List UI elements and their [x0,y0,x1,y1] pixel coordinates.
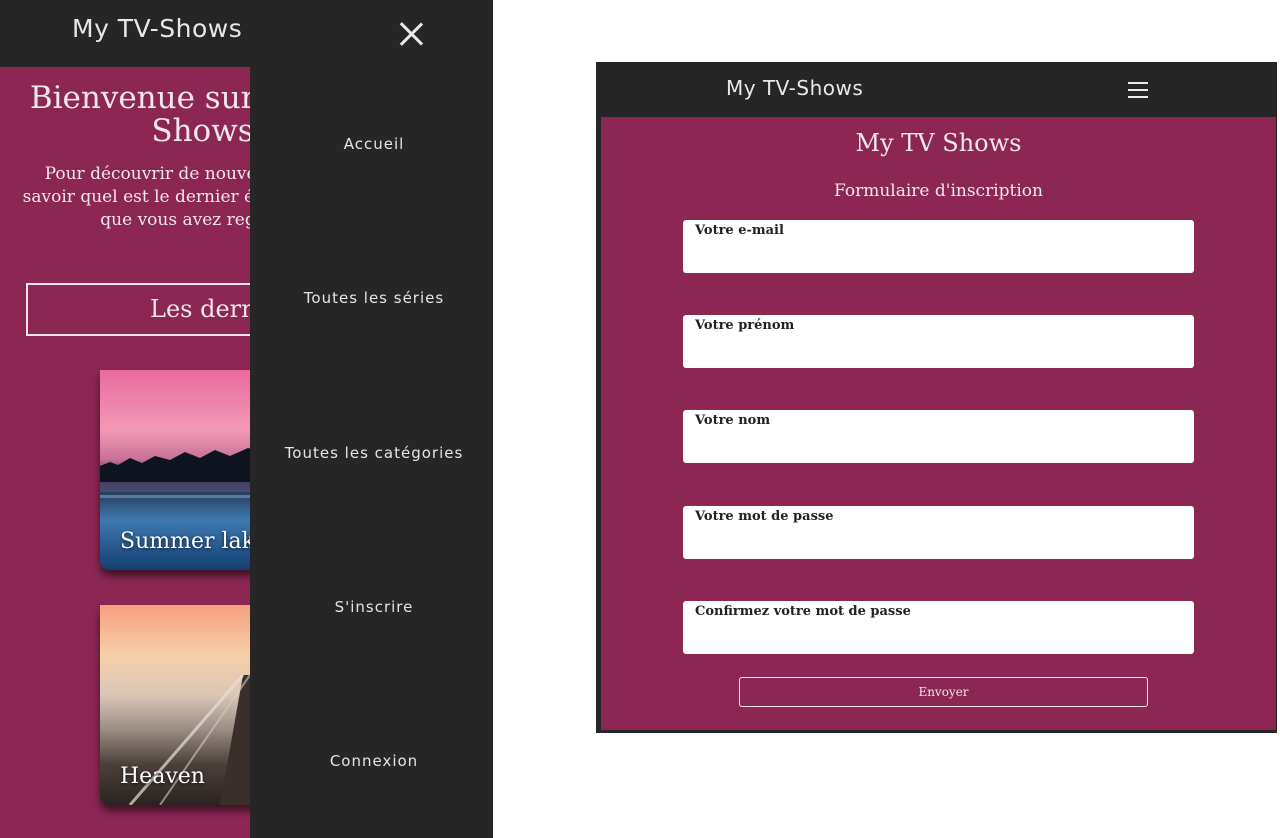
last-name-input[interactable] [693,434,1187,460]
top-nav-bar: My TV-Shows [0,0,493,67]
hamburger-menu-icon[interactable] [1128,82,1148,98]
last-name-field-label: Votre nom [695,413,771,428]
menu-item-login[interactable]: Connexion [250,752,493,770]
close-icon[interactable] [398,21,424,47]
side-navigation-menu: Accueil Toutes les séries Toutes les cat… [250,67,493,838]
top-nav-bar: My TV-Shows [596,62,1277,117]
menu-item-register[interactable]: S'inscrire [250,598,493,616]
first-name-field-label: Votre prénom [695,318,795,333]
show-card[interactable]: Summer lake [100,370,270,570]
confirm-password-input[interactable] [693,625,1187,651]
page-title: My TV Shows [855,129,1022,157]
show-card-title: Heaven [120,764,205,789]
submit-button[interactable]: Envoyer [739,677,1148,707]
mobile-home-screen: My TV-Shows Bienvenue sur My TV-Shows Po… [0,0,493,838]
show-card[interactable]: Heaven [100,605,270,805]
menu-item-home[interactable]: Accueil [250,135,493,153]
form-title: Formulaire d'inscription [834,181,1043,201]
menu-item-all-shows[interactable]: Toutes les séries [250,289,493,307]
first-name-field[interactable]: Votre prénom [683,315,1194,368]
password-field[interactable]: Votre mot de passe [683,506,1194,559]
first-name-input[interactable] [693,339,1187,365]
password-field-label: Votre mot de passe [695,509,834,524]
brand-logo-text[interactable]: My TV-Shows [72,14,242,43]
menu-item-all-categories[interactable]: Toutes les catégories [250,444,493,462]
show-card-title: Summer lake [120,529,268,554]
last-name-field[interactable]: Votre nom [683,410,1194,463]
email-input[interactable] [693,244,1187,270]
confirm-password-field-label: Confirmez votre mot de passe [695,604,911,619]
email-field[interactable]: Votre e-mail [683,220,1194,273]
password-input[interactable] [693,530,1187,556]
confirm-password-field[interactable]: Confirmez votre mot de passe [683,601,1194,654]
brand-logo-text[interactable]: My TV-Shows [726,76,863,100]
registration-page: My TV Shows Formulaire d'inscription Vot… [601,117,1276,730]
mobile-register-screen: My TV-Shows My TV Shows Formulaire d'ins… [596,62,1277,733]
email-field-label: Votre e-mail [695,223,784,238]
